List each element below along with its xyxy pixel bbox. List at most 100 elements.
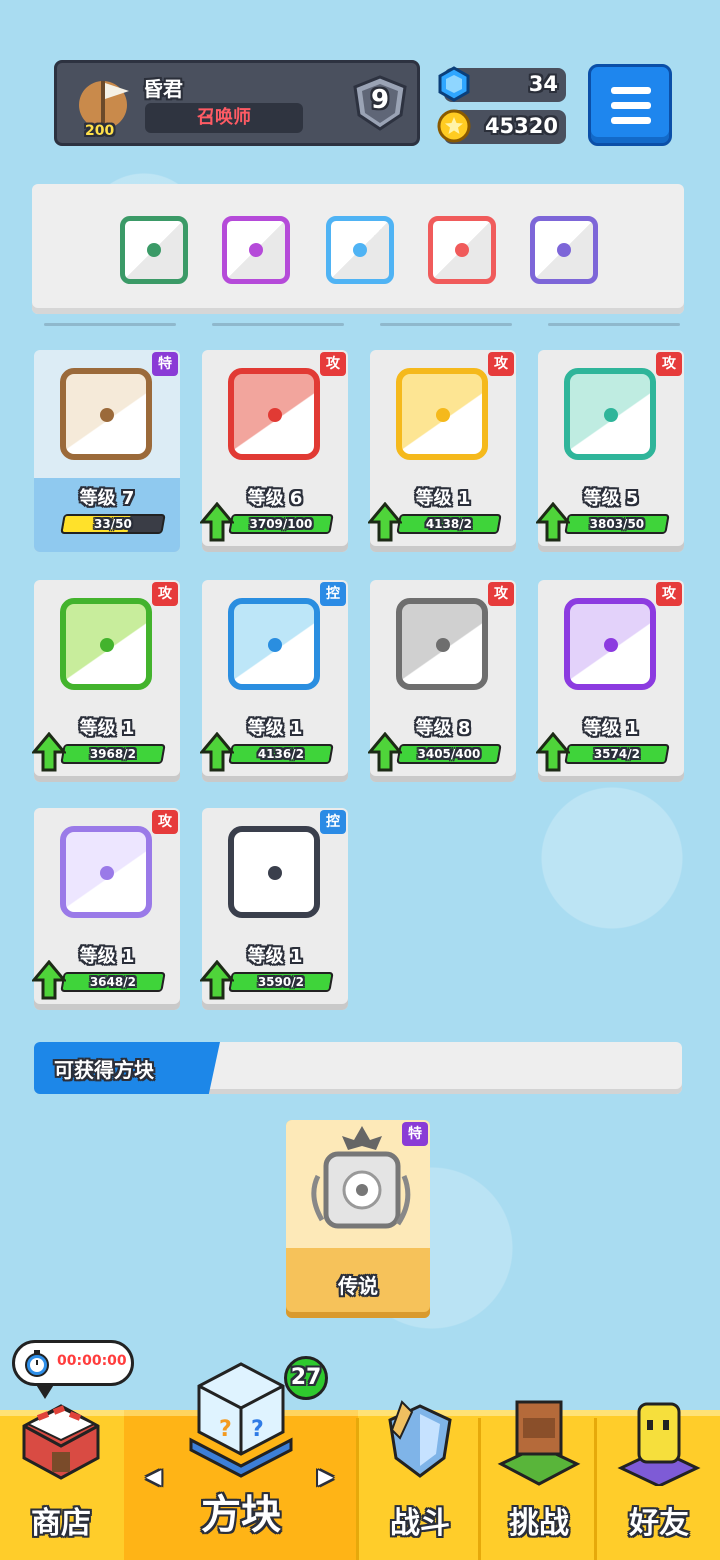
dice-card[interactable]: 攻等级 1 3968/2 — [32, 580, 180, 782]
type-tag: 攻 — [656, 582, 682, 606]
type-tag: 特 — [152, 352, 178, 376]
nav-left-arrow-icon[interactable]: ◀ — [146, 1464, 161, 1488]
ice-dice-icon — [228, 598, 320, 690]
nav-battle[interactable]: 战斗 — [360, 1400, 480, 1560]
progress-text: 3405/400 — [417, 747, 481, 761]
deck-slot[interactable] — [120, 216, 188, 284]
nav-shop[interactable]: 商店 — [0, 1404, 122, 1560]
upgrade-arrow-icon — [200, 502, 234, 542]
legend-name: 传说 — [338, 1274, 378, 1298]
progress-bar: 3968/2 — [60, 744, 166, 764]
progress-bar: 3574/2 — [564, 744, 670, 764]
fire-dice-icon — [228, 368, 320, 460]
gem-icon — [438, 66, 470, 102]
dice-card[interactable]: 攻等级 1 3648/2 — [32, 808, 180, 1010]
friends-icon — [617, 1402, 701, 1486]
divider — [44, 323, 176, 326]
nav-separator — [594, 1418, 597, 1560]
progress-text: 4138/2 — [425, 517, 472, 531]
coins-counter[interactable]: 45320 — [437, 109, 566, 144]
dice-card[interactable]: 控等级 1 4136/2 — [200, 580, 348, 782]
dice-card[interactable]: 特等级 7 33/50 — [34, 350, 180, 552]
progress-text: 3709/100 — [249, 517, 313, 531]
nav-friends[interactable]: 好友 — [598, 1402, 720, 1560]
pip — [268, 866, 282, 880]
menu-button[interactable] — [588, 64, 672, 146]
pip — [100, 866, 114, 880]
progress-text: 3803/50 — [589, 517, 645, 531]
deck-slot[interactable] — [222, 216, 290, 284]
progress-bar: 3709/100 — [228, 514, 334, 534]
trophy-count: 200 — [85, 123, 115, 139]
type-tag: 攻 — [152, 810, 178, 834]
divider — [380, 323, 512, 326]
deck-slot[interactable] — [326, 216, 394, 284]
dice-card[interactable]: 攻等级 8 3405/400 — [368, 580, 516, 782]
nav-right-arrow-icon[interactable]: ▶ — [318, 1464, 333, 1488]
type-tag: 控 — [320, 810, 346, 834]
pip — [604, 408, 618, 422]
dice-count-badge: 27 — [284, 1356, 328, 1400]
nav-separator — [356, 1418, 359, 1560]
rainbow-dice-icon — [455, 243, 469, 257]
deck-slot[interactable] — [530, 216, 598, 284]
battle-icon — [388, 1400, 452, 1478]
gear-dice-icon — [396, 598, 488, 690]
progress-text: 3574/2 — [593, 747, 640, 761]
dice-card[interactable]: 攻等级 5 3803/50 — [536, 350, 684, 552]
progress-bar: 3803/50 — [564, 514, 670, 534]
nav-challenge[interactable]: 挑战 — [482, 1400, 596, 1560]
challenge-icon — [497, 1400, 581, 1486]
dice-card[interactable]: 控等级 1 3590/2 — [200, 808, 348, 1010]
pip — [100, 638, 114, 652]
progress-bar: 3648/2 — [60, 972, 166, 992]
available-label-bg: 可获得方块 — [34, 1042, 220, 1094]
upgrade-arrow-icon — [368, 732, 402, 772]
divider — [212, 323, 344, 326]
infinity-dice-icon — [353, 243, 367, 257]
upgrade-arrow-icon — [32, 960, 66, 1000]
player-title: 召唤师 — [145, 103, 303, 133]
progress-bar: 3590/2 — [228, 972, 334, 992]
progress-bar: 4138/2 — [396, 514, 502, 534]
gems-value: 34 — [528, 72, 558, 96]
dice-card[interactable]: 攻等级 6 3709/100 — [200, 350, 348, 552]
pip — [268, 408, 282, 422]
progress-bar: 3405/400 — [396, 744, 502, 764]
nav-battle-label: 战斗 — [390, 1506, 450, 1541]
type-tag: 控 — [320, 582, 346, 606]
profile-panel[interactable]: 200 昏君 召唤师 9 — [54, 60, 420, 146]
upgrade-arrow-icon — [536, 502, 570, 542]
progress-text: 33/50 — [94, 517, 132, 531]
upgrade-arrow-icon — [200, 960, 234, 1000]
bottom-nav: 商店 ? ? 方块 战斗 挑战 好友 — [0, 1362, 720, 1560]
gems-counter[interactable]: 34 — [438, 66, 566, 102]
nav-separator — [478, 1418, 481, 1560]
type-tag: 攻 — [488, 352, 514, 376]
dice-card[interactable]: 攻等级 1 4138/2 — [368, 350, 516, 552]
pip — [436, 408, 450, 422]
progress-text: 3968/2 — [89, 747, 136, 761]
svg-text:?: ? — [251, 1417, 264, 1442]
svg-text:?: ? — [219, 1417, 232, 1442]
card-level: 等级 7 — [79, 488, 135, 509]
upgrade-arrow-icon — [32, 732, 66, 772]
deck-slot[interactable] — [428, 216, 496, 284]
nav-challenge-label: 挑战 — [509, 1506, 569, 1541]
legend-card[interactable]: 特 传说 — [286, 1120, 430, 1318]
divider — [548, 323, 680, 326]
progress-text: 3590/2 — [257, 975, 304, 989]
pip — [100, 408, 114, 422]
progress-text: 3648/2 — [89, 975, 136, 989]
coins-value: 45320 — [484, 114, 558, 138]
dice-card[interactable]: 攻等级 1 3574/2 — [536, 580, 684, 782]
deck-panel — [32, 184, 684, 314]
menu-icon-line — [611, 102, 651, 109]
hands-dice-icon — [557, 243, 571, 257]
coin-icon — [437, 109, 471, 143]
pip — [436, 638, 450, 652]
shop-icon — [22, 1404, 100, 1480]
progress-bar: 4136/2 — [228, 744, 334, 764]
type-tag: 攻 — [320, 352, 346, 376]
player-name: 昏君 — [143, 77, 183, 101]
